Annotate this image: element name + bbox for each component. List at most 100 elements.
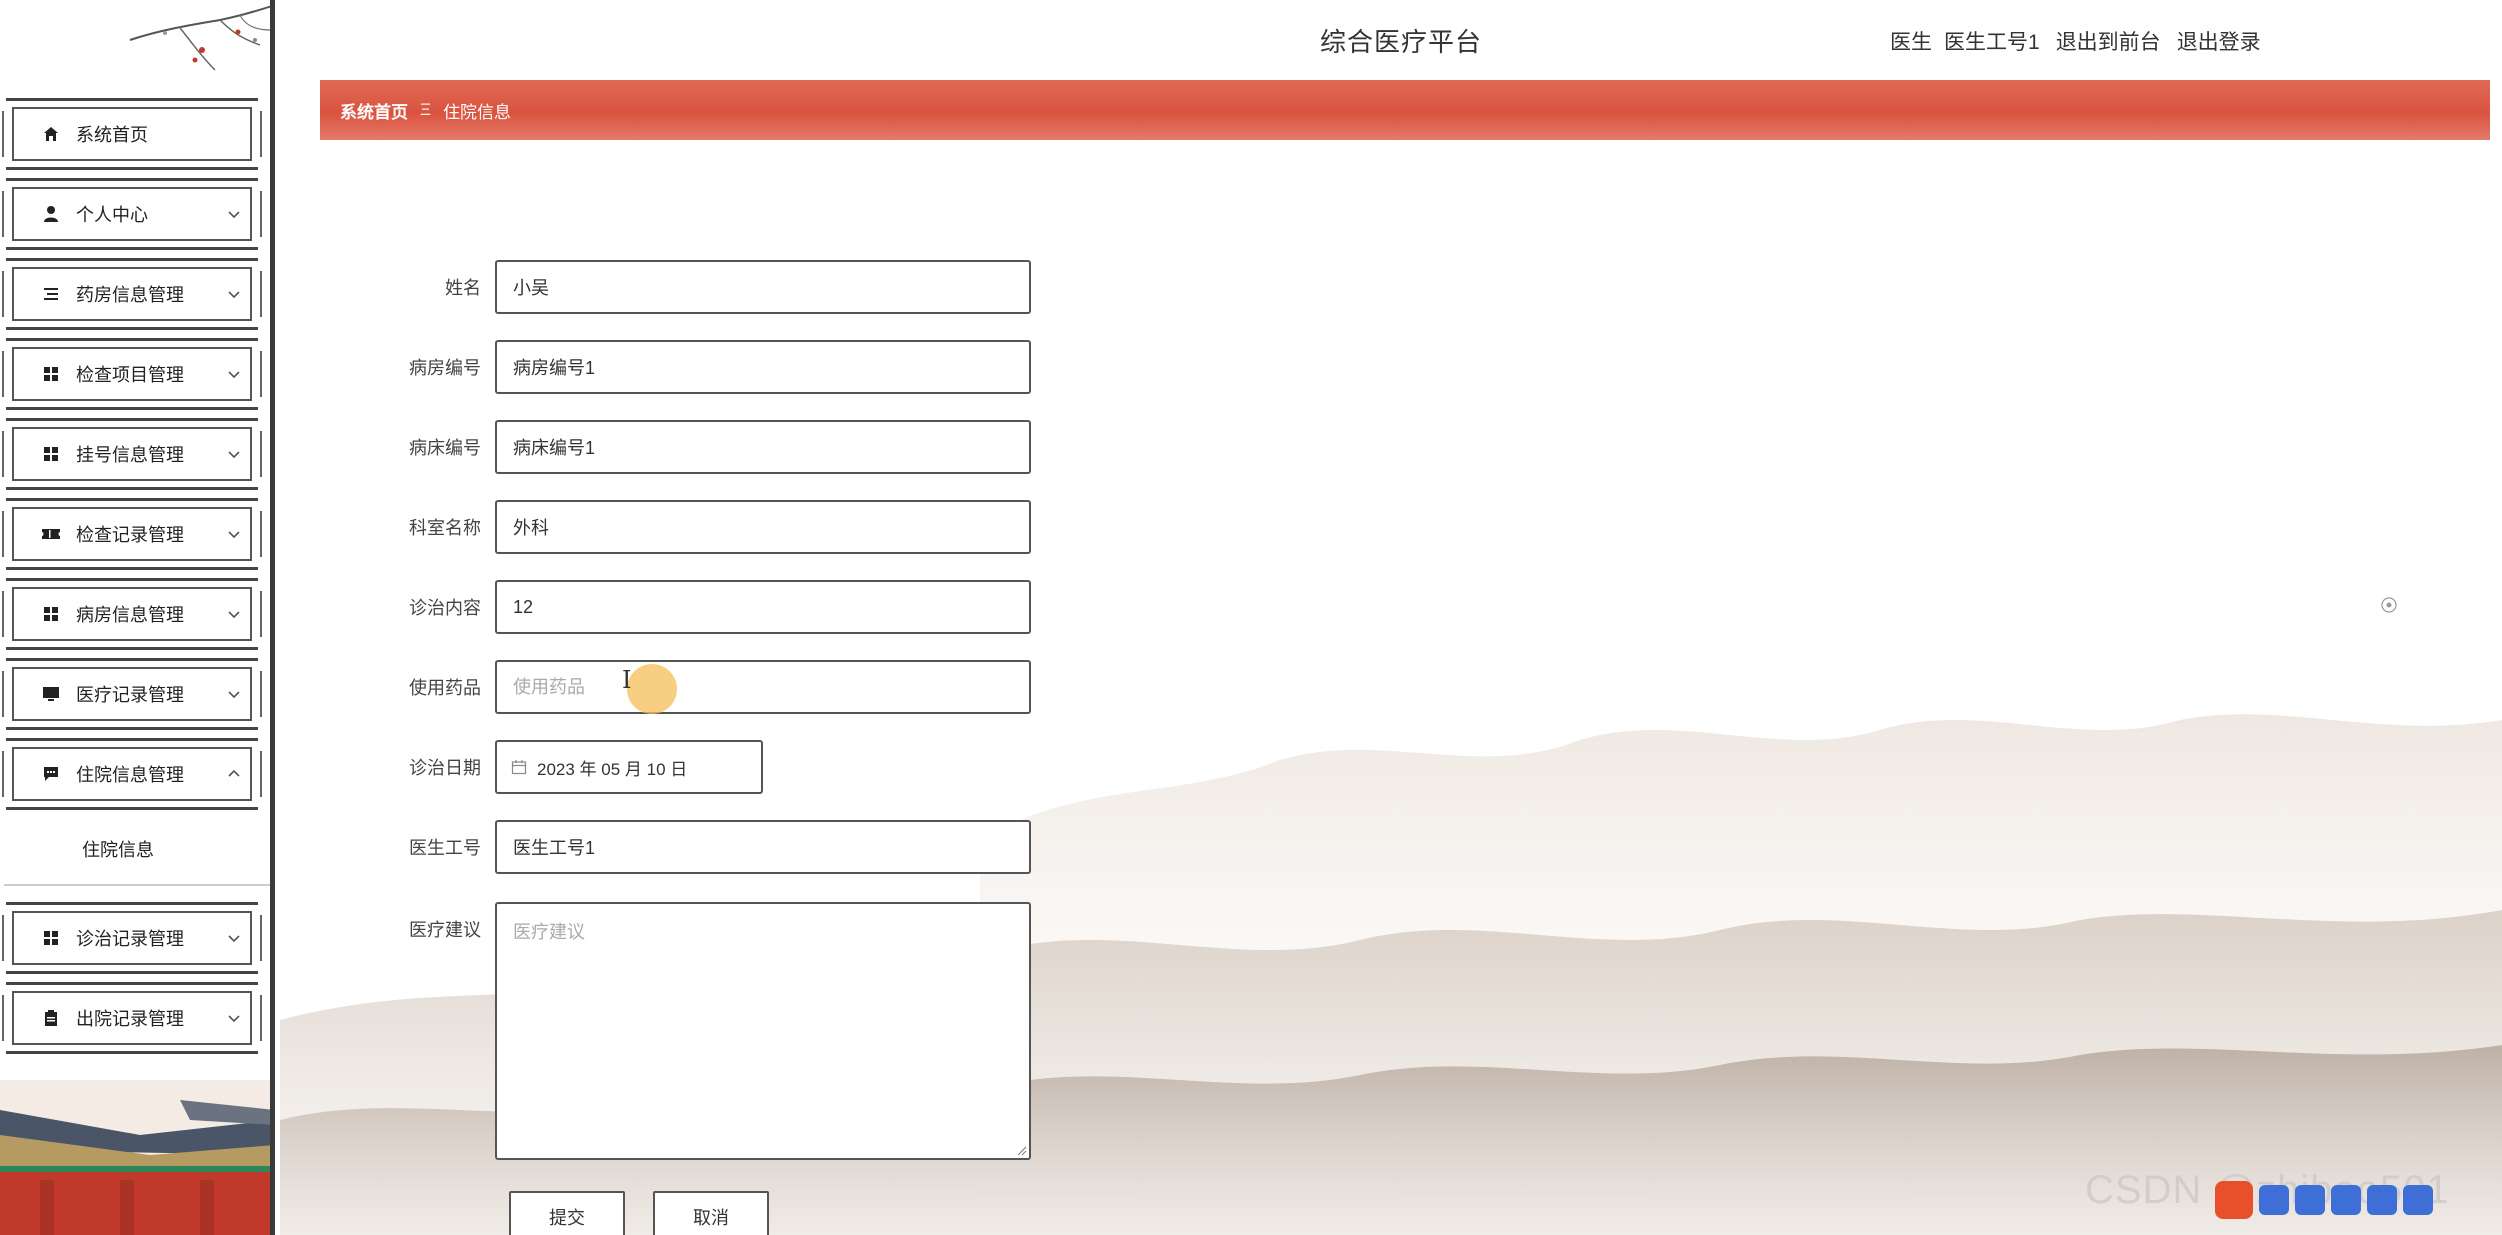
sidebar-item-label: 检查项目管理	[76, 365, 184, 385]
home-icon	[40, 123, 62, 145]
list-icon	[40, 283, 62, 305]
doctor-no-field[interactable]	[495, 820, 1031, 874]
user-icon	[40, 203, 62, 225]
ward-no-input[interactable]	[513, 342, 1013, 392]
palace-decoration	[0, 1080, 270, 1235]
bed-no-field[interactable]	[495, 420, 1031, 474]
treatment-field[interactable]	[495, 580, 1031, 634]
date-picker[interactable]: 2023 年 05 月 10 日	[495, 740, 763, 794]
advice-textarea[interactable]	[513, 918, 1013, 1144]
treatment-input[interactable]	[513, 582, 1013, 632]
app-title: 综合医疗平台	[1320, 27, 1483, 57]
form-row-department: 科室名称	[280, 500, 1031, 554]
breadcrumb-home[interactable]: 系统首页	[340, 98, 408, 123]
sidebar-item-label: 系统首页	[76, 125, 148, 145]
clipboard-icon	[40, 1007, 62, 1029]
top-header: 综合医疗平台 医生 医生工号1 退出到前台 退出登录	[280, 0, 2502, 80]
sidebar-item-label: 检查记录管理	[76, 525, 184, 545]
ticket-icon	[40, 523, 62, 545]
submit-button[interactable]: 提交	[509, 1191, 625, 1235]
department-input[interactable]	[513, 502, 1013, 552]
ime-grid-icon[interactable]	[2403, 1185, 2433, 1215]
name-label: 姓名	[445, 278, 481, 298]
ime-logo-icon[interactable]	[2215, 1181, 2253, 1219]
main-content: 姓名 病房编号 病床编号 科室名称 诊治内容	[280, 140, 2502, 1235]
resize-handle-icon[interactable]	[1015, 1144, 1027, 1156]
form-row-doctor-no: 医生工号	[280, 820, 1031, 874]
chevron-up-icon	[228, 769, 240, 777]
sidebar-item-exam-records[interactable]: 检查记录管理	[2, 498, 262, 570]
user-role: 医生	[1890, 31, 1932, 54]
department-label: 科室名称	[409, 518, 481, 538]
name-field[interactable]	[495, 260, 1031, 314]
sidebar-item-label: 病房信息管理	[76, 605, 184, 625]
sidebar-item-pharmacy[interactable]: 药房信息管理	[2, 258, 262, 330]
date-value: 2023 年 05 月 10 日	[537, 759, 688, 779]
sidebar-item-exam-items[interactable]: 检查项目管理	[2, 338, 262, 410]
user-area: 医生 医生工号1 退出到前台 退出登录	[1890, 26, 2261, 56]
target-icon[interactable]	[2380, 596, 2398, 614]
sidebar-item-home[interactable]: 系统首页	[2, 98, 262, 170]
ime-toolbar	[2215, 1180, 2455, 1220]
treatment-label: 诊治内容	[409, 598, 481, 618]
chevron-down-icon	[228, 935, 240, 943]
back-to-front-link[interactable]: 退出到前台	[2056, 26, 2161, 56]
breadcrumb-separator: Ξ	[420, 100, 432, 119]
monitor-icon	[40, 683, 62, 705]
form-row-date: 诊治日期 2023 年 05 月 10 日	[280, 740, 763, 794]
breadcrumb-current: 住院信息	[443, 102, 512, 122]
chevron-down-icon	[228, 691, 240, 699]
form-row-name: 姓名	[280, 260, 1031, 314]
chevron-down-icon	[228, 211, 240, 219]
form-row-advice: 医疗建议	[280, 902, 1031, 1160]
medicine-label: 使用药品	[409, 678, 481, 698]
sidebar-item-label: 挂号信息管理	[76, 445, 184, 465]
name-input[interactable]	[513, 262, 1013, 312]
calendar-icon	[511, 760, 527, 775]
sidebar-submenu: 住院信息	[0, 814, 270, 894]
ime-skin-icon[interactable]	[2367, 1185, 2397, 1215]
ime-mic-icon[interactable]	[2295, 1185, 2325, 1215]
sidebar-item-label: 出院记录管理	[76, 1009, 184, 1029]
medicine-field[interactable]	[495, 660, 1031, 714]
sidebar-item-inpatient[interactable]: 住院信息管理	[2, 738, 262, 810]
medicine-input[interactable]	[513, 662, 1013, 712]
bed-no-label: 病床编号	[409, 438, 481, 458]
advice-label: 医疗建议	[409, 920, 481, 940]
chevron-down-icon	[228, 451, 240, 459]
form-row-treatment: 诊治内容	[280, 580, 1031, 634]
chevron-down-icon	[228, 1015, 240, 1023]
sidebar-item-label: 药房信息管理	[76, 285, 184, 305]
bed-no-input[interactable]	[513, 422, 1013, 472]
sidebar-item-medical-records[interactable]: 医疗记录管理	[2, 658, 262, 730]
ime-keyboard-icon[interactable]	[2331, 1185, 2361, 1215]
sidebar-subitem-inpatient-info[interactable]: 住院信息	[4, 814, 270, 886]
sidebar-item-personal-center[interactable]: 个人中心	[2, 178, 262, 250]
chevron-down-icon	[228, 291, 240, 299]
doctor-no-label: 医生工号	[409, 838, 481, 858]
ime-lang-icon[interactable]	[2259, 1185, 2289, 1215]
form-row-ward-no: 病房编号	[280, 340, 1031, 394]
sidebar-item-diagnosis-records[interactable]: 诊治记录管理	[2, 902, 262, 974]
logout-link[interactable]: 退出登录	[2177, 26, 2261, 56]
advice-field[interactable]	[495, 902, 1031, 1160]
sidebar: 系统首页 个人中心 药房信息管理 检查项目管理 挂号信息管理 检查记录管理 病房…	[0, 0, 275, 1235]
grid-icon	[40, 363, 62, 385]
cursor-highlight	[627, 664, 677, 714]
sidebar-item-label: 住院信息管理	[76, 765, 184, 785]
sidebar-item-label: 个人中心	[76, 205, 148, 225]
cancel-button[interactable]: 取消	[653, 1191, 769, 1235]
sidebar-item-discharge-records[interactable]: 出院记录管理	[2, 982, 262, 1054]
chevron-down-icon	[228, 371, 240, 379]
plum-blossom-decoration	[129, 5, 270, 71]
sidebar-item-label: 医疗记录管理	[76, 685, 184, 705]
department-field[interactable]	[495, 500, 1031, 554]
doctor-no-input[interactable]	[513, 822, 1013, 872]
sidebar-menu: 系统首页 个人中心 药房信息管理 检查项目管理 挂号信息管理 检查记录管理 病房…	[0, 98, 270, 1062]
ward-no-field[interactable]	[495, 340, 1031, 394]
sidebar-item-ward-info[interactable]: 病房信息管理	[2, 578, 262, 650]
sidebar-item-registration[interactable]: 挂号信息管理	[2, 418, 262, 490]
chevron-down-icon	[228, 611, 240, 619]
user-name: 医生工号1	[1944, 31, 2040, 54]
text-cursor-icon: I	[622, 666, 632, 694]
